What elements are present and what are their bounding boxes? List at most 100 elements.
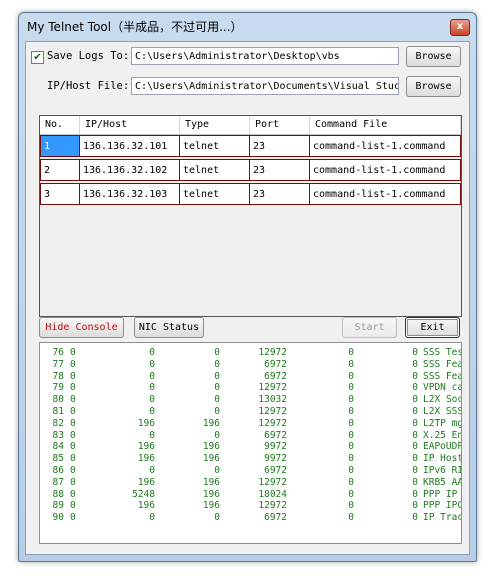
console-col-b: 0 <box>149 394 155 406</box>
console-col-desc: IPv6 RI <box>423 465 462 476</box>
console-col-b: 196 <box>137 476 155 488</box>
console-col-f: 0 <box>412 453 418 465</box>
console-col-c: 0 <box>214 465 220 476</box>
console-col-index: 79 <box>52 382 64 394</box>
start-button[interactable]: Start <box>342 317 397 338</box>
console-col-c: 0 <box>214 512 220 524</box>
console-col-index: 88 <box>52 488 64 500</box>
table-row[interactable]: 1 136.136.32.101 telnet 23 command-list-… <box>40 135 461 157</box>
console-col-c: 0 <box>214 429 220 441</box>
column-header-no[interactable]: No. <box>40 116 80 134</box>
save-logs-checkbox[interactable]: ✔ <box>31 51 44 64</box>
hosts-table[interactable]: No. IP/Host Type Port Command File 1 136… <box>39 115 462 317</box>
cell-port[interactable]: 23 <box>250 183 310 205</box>
console-col-a: 0 <box>70 370 76 382</box>
browse-logs-button[interactable]: Browse <box>406 46 461 67</box>
close-button[interactable]: x <box>450 19 470 36</box>
app-window: My Telnet Tool（半成品，不过可用...） x ✔ Save Log… <box>18 12 477 562</box>
exit-button[interactable]: Exit <box>405 317 460 338</box>
console-line: 85 0 196 196 9972 0 0 IP Host <box>40 453 461 465</box>
cell-type[interactable]: telnet <box>180 135 250 157</box>
console-col-d: 6972 <box>264 358 287 370</box>
console-col-b: 196 <box>137 417 155 429</box>
console-col-a: 0 <box>70 382 76 394</box>
console-col-a: 0 <box>70 476 76 488</box>
column-header-iphost[interactable]: IP/Host <box>80 116 180 134</box>
console-col-e: 0 <box>348 347 354 358</box>
client-area: ✔ Save Logs To: C:\Users\Administrator\D… <box>25 41 470 555</box>
cell-no[interactable]: 3 <box>40 183 80 205</box>
console-col-f: 0 <box>412 347 418 358</box>
column-header-command-file[interactable]: Command File <box>310 116 461 134</box>
console-col-desc: PPP IPC <box>423 500 462 512</box>
table-row[interactable]: 2 136.136.32.102 telnet 23 command-list-… <box>40 159 461 181</box>
console-col-f: 0 <box>412 465 418 476</box>
console-line: 88 0 5248 196 18024 0 0 PPP IP <box>40 489 461 501</box>
console-col-d: 12972 <box>258 500 287 512</box>
browse-iphost-button[interactable]: Browse <box>406 76 461 97</box>
console-col-desc: L2X Soc <box>423 394 462 406</box>
iphost-file-path-field[interactable]: C:\Users\Administrator\Documents\Visual … <box>131 77 399 95</box>
console-line: 81 0 0 0 12972 0 0 L2X SSS <box>40 406 461 418</box>
console-col-f: 0 <box>412 488 418 500</box>
console-col-desc: SSS Tes <box>423 347 462 358</box>
console-col-c: 0 <box>214 394 220 406</box>
console-col-d: 18024 <box>258 488 287 500</box>
console-col-a: 0 <box>70 512 76 524</box>
console-col-desc: PPP IP <box>423 488 458 500</box>
console-col-f: 0 <box>412 417 418 429</box>
console-col-c: 196 <box>202 488 220 500</box>
console-col-d: 6972 <box>264 465 287 476</box>
console-col-d: 12972 <box>258 417 287 429</box>
console-col-desc: SSS Fea <box>423 358 462 370</box>
console-col-f: 0 <box>412 512 418 524</box>
console-col-b: 0 <box>149 512 155 524</box>
table-row[interactable]: 3 136.136.32.103 telnet 23 command-list-… <box>40 183 461 205</box>
console-line: 86 0 0 0 6972 0 0 IPv6 RI <box>40 465 461 477</box>
cell-command-file[interactable]: command-list-1.command <box>310 159 461 181</box>
console-col-e: 0 <box>348 382 354 394</box>
hide-console-button[interactable]: Hide Console <box>39 317 124 338</box>
column-header-type[interactable]: Type <box>180 116 250 134</box>
console-col-desc: KRB5 AA <box>423 476 462 488</box>
cell-no[interactable]: 1 <box>40 135 80 157</box>
console-col-index: 76 <box>52 347 64 358</box>
console-col-f: 0 <box>412 370 418 382</box>
iphost-file-label: IP/Host File: <box>47 80 130 92</box>
cell-port[interactable]: 23 <box>250 159 310 181</box>
cell-type[interactable]: telnet <box>180 183 250 205</box>
cell-command-file[interactable]: command-list-1.command <box>310 135 461 157</box>
nic-status-button[interactable]: NIC Status <box>134 317 204 338</box>
checkmark-icon: ✔ <box>33 52 42 63</box>
console-col-f: 0 <box>412 394 418 406</box>
console-col-e: 0 <box>348 394 354 406</box>
console-col-desc: IP Trac <box>423 512 462 524</box>
console-col-b: 0 <box>149 347 155 358</box>
console-col-f: 0 <box>412 476 418 488</box>
cell-command-file[interactable]: command-list-1.command <box>310 183 461 205</box>
console-output[interactable]: 76 0 0 0 12972 0 0 SSS Tes 77 0 0 0 6972 0 0 SSS Fea 78 0… <box>39 342 462 544</box>
console-col-f: 0 <box>412 441 418 453</box>
console-col-index: 81 <box>52 406 64 417</box>
cell-iphost[interactable]: 136.136.32.103 <box>80 183 180 205</box>
console-col-f: 0 <box>412 382 418 394</box>
title-bar[interactable]: My Telnet Tool（半成品，不过可用...） x <box>19 13 476 41</box>
console-line: 78 0 0 0 6972 0 0 SSS Fea <box>40 371 461 383</box>
console-col-e: 0 <box>348 465 354 476</box>
console-col-d: 12972 <box>258 406 287 417</box>
save-logs-path-field[interactable]: C:\Users\Administrator\Desktop\vbs <box>131 47 399 65</box>
console-col-desc: L2TP mg <box>423 417 462 429</box>
cell-type[interactable]: telnet <box>180 159 250 181</box>
console-col-index: 80 <box>52 394 64 406</box>
column-header-port[interactable]: Port <box>250 116 310 134</box>
console-col-e: 0 <box>348 476 354 488</box>
cell-iphost[interactable]: 136.136.32.102 <box>80 159 180 181</box>
cell-port[interactable]: 23 <box>250 135 310 157</box>
console-line: 84 0 196 196 9972 0 0 EAPoUDP <box>40 441 461 453</box>
console-col-d: 6972 <box>264 370 287 382</box>
console-col-b: 196 <box>137 441 155 453</box>
console-col-b: 0 <box>149 370 155 382</box>
cell-no[interactable]: 2 <box>40 159 80 181</box>
cell-iphost[interactable]: 136.136.32.101 <box>80 135 180 157</box>
console-col-d: 6972 <box>264 429 287 441</box>
